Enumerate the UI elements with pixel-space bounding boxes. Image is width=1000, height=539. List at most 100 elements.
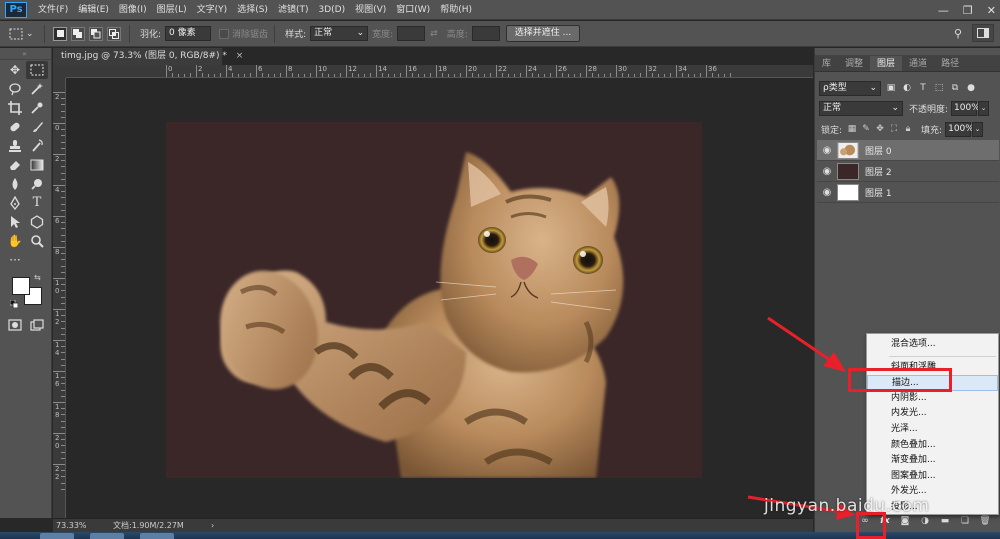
more-tools-icon[interactable]: ··· (4, 251, 26, 269)
tab-channels[interactable]: 通道 (902, 56, 934, 71)
intersect-selection-button[interactable] (107, 26, 121, 41)
new-selection-button[interactable] (53, 26, 67, 41)
menu-filter[interactable]: 滤镜(T) (273, 0, 314, 20)
path-selection-tool-icon[interactable] (4, 213, 26, 231)
taskbar-item[interactable] (90, 533, 124, 539)
blur-tool-icon[interactable] (4, 175, 26, 193)
magic-wand-tool-icon[interactable] (26, 80, 48, 98)
layer-row[interactable]: ◉ 图层 0 (817, 140, 999, 161)
menu-item-pattern-overlay[interactable]: 图案叠加... (867, 469, 998, 485)
lock-all-icon[interactable]: 🔒︎ (901, 122, 915, 136)
tab-libraries[interactable]: 库 (815, 56, 838, 71)
minimize-button[interactable]: — (938, 4, 949, 17)
zoom-tool-icon[interactable] (26, 232, 48, 250)
layer-kind-filter[interactable]: ρ类型 ⌄ (819, 80, 881, 96)
quick-mask-icon[interactable] (4, 316, 26, 334)
taskbar-item[interactable] (140, 533, 174, 539)
canvas-area[interactable] (66, 78, 813, 518)
lock-position-icon[interactable]: ✥ (873, 122, 887, 136)
select-and-mask-button[interactable]: 选择并遮住 ... (505, 25, 581, 42)
menu-view[interactable]: 视图(V) (350, 0, 391, 20)
menu-window[interactable]: 窗口(W) (391, 0, 435, 20)
pixel-filter-icon[interactable]: ▣ (885, 82, 897, 94)
status-menu-arrow-icon[interactable]: › (211, 521, 214, 530)
new-group-icon[interactable]: ▬ (939, 515, 951, 527)
opacity-dropdown-icon[interactable]: ⌄ (978, 100, 990, 116)
history-brush-tool-icon[interactable] (26, 137, 48, 155)
width-input[interactable] (397, 26, 426, 41)
type-tool-icon[interactable]: T (26, 194, 48, 212)
swap-colors-icon[interactable]: ⇆ (34, 273, 41, 282)
document-tab[interactable]: timg.jpg @ 73.3% (图层 0, RGB/8#) * × (53, 48, 243, 65)
move-tool-icon[interactable]: ✥ (4, 61, 26, 79)
visibility-eye-icon[interactable]: ◉ (817, 187, 837, 198)
search-icon[interactable]: ⚲ (954, 27, 962, 40)
layer-row[interactable]: ◉ 图层 2 (817, 161, 999, 182)
hand-tool-icon[interactable]: ✋ (4, 232, 26, 250)
clone-stamp-tool-icon[interactable] (4, 137, 26, 155)
adjustment-layer-icon[interactable]: ◑ (919, 515, 931, 527)
lasso-tool-icon[interactable] (4, 80, 26, 98)
tab-adjustments[interactable]: 调整 (838, 56, 870, 71)
zoom-level[interactable]: 73.33% (53, 521, 105, 530)
eraser-tool-icon[interactable] (4, 156, 26, 174)
menu-image[interactable]: 图像(I) (114, 0, 152, 20)
pen-tool-icon[interactable] (4, 194, 26, 212)
smart-object-filter-icon[interactable]: ⧉ (949, 82, 961, 94)
menu-select[interactable]: 选择(S) (232, 0, 273, 20)
shape-tool-icon[interactable] (26, 213, 48, 231)
type-filter-icon[interactable]: T (917, 82, 929, 94)
menu-help[interactable]: 帮助(H) (435, 0, 477, 20)
menu-item-blending-options[interactable]: 混合选项... (867, 337, 998, 353)
panel-collapse-bar[interactable] (815, 48, 1000, 56)
fill-input[interactable]: 100% (945, 121, 974, 137)
marquee-tool-icon[interactable] (26, 60, 48, 79)
feather-input[interactable]: 0 像素 (165, 26, 212, 41)
workspace-button[interactable] (972, 24, 994, 42)
menu-item-gradient-overlay[interactable]: 渐变叠加... (867, 453, 998, 469)
document-canvas[interactable] (166, 122, 702, 478)
lock-paint-icon[interactable]: ✎ (859, 122, 873, 136)
swap-dimensions-icon[interactable]: ⇄ (430, 29, 438, 39)
tab-paths[interactable]: 路径 (934, 56, 966, 71)
fill-dropdown-icon[interactable]: ⌄ (972, 121, 984, 137)
filter-toggle-icon[interactable]: ● (965, 82, 977, 94)
close-button[interactable]: ✕ (987, 4, 996, 17)
horizontal-ruler[interactable]: 0 2 4 6 8 10 12 14 16 18 20 22 24 26 28 30 32 34 36 (66, 65, 813, 78)
lock-artboard-icon[interactable]: ⛶ (887, 122, 901, 136)
toolbar-grip[interactable]: » (0, 48, 51, 60)
menu-layer[interactable]: 图层(L) (152, 0, 192, 20)
close-tab-icon[interactable]: × (236, 51, 244, 61)
default-colors-icon[interactable] (10, 300, 18, 308)
layer-row[interactable]: ◉ 图层 1 (817, 182, 999, 203)
dodge-tool-icon[interactable] (26, 175, 48, 193)
menu-file[interactable]: 文件(F) (33, 0, 73, 20)
healing-brush-tool-icon[interactable] (4, 118, 26, 136)
visibility-eye-icon[interactable]: ◉ (817, 166, 837, 177)
style-select[interactable]: 正常 ⌄ (310, 26, 369, 41)
eyedropper-tool-icon[interactable] (26, 99, 48, 117)
menu-3d[interactable]: 3D(D) (313, 0, 350, 20)
menu-item-satin[interactable]: 光泽... (867, 422, 998, 438)
tab-layers[interactable]: 图层 (870, 56, 903, 71)
tool-preset-picker[interactable]: ⌄ (8, 24, 38, 44)
antialias-checkbox[interactable]: 消除锯齿 (219, 27, 268, 40)
add-selection-button[interactable] (71, 26, 85, 41)
restore-button[interactable]: ❐ (963, 4, 973, 17)
shape-filter-icon[interactable]: ⬚ (933, 82, 945, 94)
new-layer-icon[interactable]: ❏ (959, 515, 971, 527)
lock-transparent-icon[interactable]: ▦ (845, 122, 859, 136)
vertical-ruler[interactable]: 20246810121416182022 (53, 78, 66, 518)
delete-layer-icon[interactable]: 🗑︎ (979, 515, 991, 527)
subtract-selection-button[interactable] (89, 26, 103, 41)
menu-item-inner-glow[interactable]: 内发光... (867, 406, 998, 422)
menu-item-color-overlay[interactable]: 颜色叠加... (867, 438, 998, 454)
menu-type[interactable]: 文字(Y) (192, 0, 233, 20)
height-input[interactable] (471, 26, 500, 41)
ruler-origin[interactable] (53, 65, 66, 78)
screen-mode-icon[interactable] (26, 316, 48, 334)
add-mask-icon[interactable]: ◙ (899, 515, 911, 527)
brush-tool-icon[interactable] (26, 118, 48, 136)
foreground-color-swatch[interactable] (12, 277, 30, 295)
adjustment-filter-icon[interactable]: ◐ (901, 82, 913, 94)
